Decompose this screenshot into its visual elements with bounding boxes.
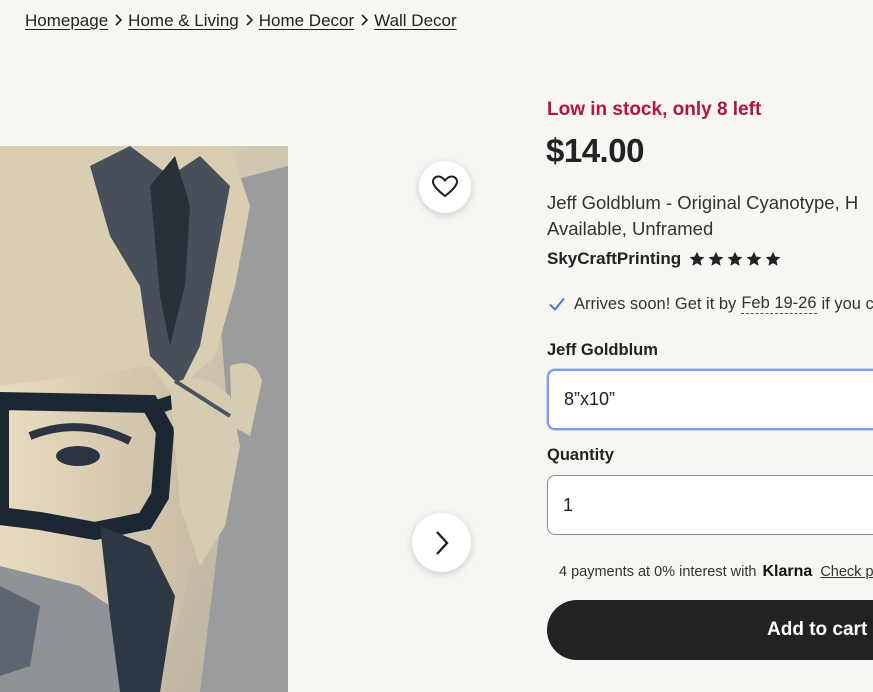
chevron-right-icon — [435, 530, 449, 555]
check-icon — [549, 297, 565, 311]
star-icon — [727, 251, 743, 266]
star-icon — [689, 251, 705, 266]
klarna-check-link[interactable]: Check p — [820, 564, 873, 580]
product-title: Jeff Goldblum - Original Cyanotype, H Av… — [547, 192, 859, 239]
arrival-suffix: if you c — [821, 294, 873, 313]
chevron-right-icon — [239, 12, 259, 30]
rating-stars[interactable] — [689, 251, 781, 267]
breadcrumb-home-decor[interactable]: Home Decor — [259, 11, 354, 31]
next-image-button[interactable] — [412, 513, 471, 572]
breadcrumb-home-living[interactable]: Home & Living — [128, 11, 239, 31]
shop-row: SkyCraftPrinting — [547, 249, 781, 269]
arrival-prefix: Arrives soon! Get it by — [574, 294, 737, 313]
breadcrumb-homepage[interactable]: Homepage — [25, 11, 108, 31]
chevron-right-icon — [354, 12, 374, 30]
klarna-financing: 4 payments at 0% interest with Klarna Ch… — [559, 563, 873, 581]
star-icon — [765, 251, 781, 266]
chevron-right-icon — [108, 12, 128, 30]
variant-selected-value: 8”x10” — [564, 389, 616, 409]
variant-select[interactable]: 8”x10” — [547, 369, 873, 430]
klarna-text: 4 payments at 0% interest with — [559, 564, 757, 580]
stock-notice: Low in stock, only 8 left — [547, 99, 762, 120]
quantity-selected-value: 1 — [563, 494, 574, 515]
variant-label: Jeff Goldblum — [547, 341, 658, 359]
shop-name-link[interactable]: SkyCraftPrinting — [547, 249, 681, 269]
price: $14.00 — [546, 132, 644, 169]
product-image[interactable] — [0, 146, 288, 692]
quantity-label: Quantity — [547, 446, 614, 464]
arrival-estimate: Arrives soon! Get it by Feb 19-26 if you… — [548, 294, 873, 314]
arrival-dates[interactable]: Feb 19-26 — [741, 294, 817, 314]
add-to-cart-label: Add to cart — [767, 619, 868, 640]
add-to-cart-button[interactable]: Add to cart — [547, 600, 873, 660]
star-icon — [708, 251, 724, 266]
product-page: Homepage Home & Living Home Decor Wall D… — [0, 0, 873, 692]
breadcrumb-wall-decor[interactable]: Wall Decor — [374, 11, 457, 31]
star-icon — [746, 251, 762, 266]
cyanotype-portrait — [0, 146, 288, 692]
breadcrumb: Homepage Home & Living Home Decor Wall D… — [25, 11, 457, 31]
favorite-button[interactable] — [419, 161, 471, 213]
quantity-select[interactable]: 1 — [547, 475, 873, 535]
klarna-logo: Klarna — [762, 563, 813, 580]
heart-icon — [432, 175, 458, 198]
